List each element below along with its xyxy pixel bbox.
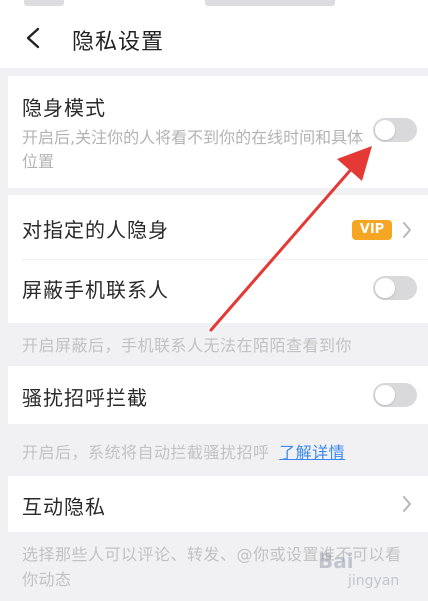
harassment-intercept-row: 骚扰招呼拦截 [8,366,428,424]
incognito-mode-row: 隐身模式 开启后,关注你的人将看不到你的在线时间和具体位置 [8,76,428,188]
harassment-intercept-note: 开启后，系统将自动拦截骚扰招呼 了解详情 [22,439,345,463]
watermark-sub-text: jingyan [348,573,400,589]
block-contacts-label: 屏蔽手机联系人 [22,278,169,302]
baidu-jingyan-watermark: Bai jingyan [310,545,418,593]
watermark-logo-text: Bai [318,549,354,573]
hide-from-people-label: 对指定的人隐身 [22,218,169,242]
incognito-mode-toggle[interactable] [373,118,417,142]
harassment-intercept-toggle[interactable] [373,383,417,407]
block-contacts-note: 开启屏蔽后，手机联系人无法在陌陌查看到你 [22,336,353,355]
status-bar [0,0,428,10]
back-button[interactable] [18,18,52,58]
toggle-knob [375,120,395,140]
incognito-mode-description: 开启后,关注你的人将看不到你的在线时间和具体位置 [22,128,364,171]
block-contacts-toggle[interactable] [373,276,417,300]
top-navigation-bar: 隐私设置 [0,10,428,68]
learn-more-link[interactable]: 了解详情 [279,443,345,462]
page-title: 隐私设置 [72,30,165,55]
status-bar-clipped-text [205,0,335,6]
visibility-settings-card: 对指定的人隐身 VIP 屏蔽手机联系人 [8,195,428,323]
interaction-privacy-label: 互动隐私 [22,495,106,519]
incognito-mode-label: 隐身模式 [22,96,106,120]
chevron-right-icon [403,222,411,238]
status-bar-clipped-text [24,0,64,6]
block-contacts-row: 屏蔽手机联系人 [8,259,428,323]
chevron-right-icon [403,496,411,512]
chevron-left-icon [26,27,40,49]
harassment-intercept-label: 骚扰招呼拦截 [22,386,148,410]
harassment-intercept-note-text: 开启后，系统将自动拦截骚扰招呼 [22,443,270,462]
toggle-knob [375,278,395,298]
interaction-privacy-row[interactable]: 互动隐私 [8,476,428,532]
vip-badge: VIP [352,220,392,240]
toggle-knob [375,385,395,405]
hide-from-people-row[interactable]: 对指定的人隐身 VIP [8,195,428,259]
